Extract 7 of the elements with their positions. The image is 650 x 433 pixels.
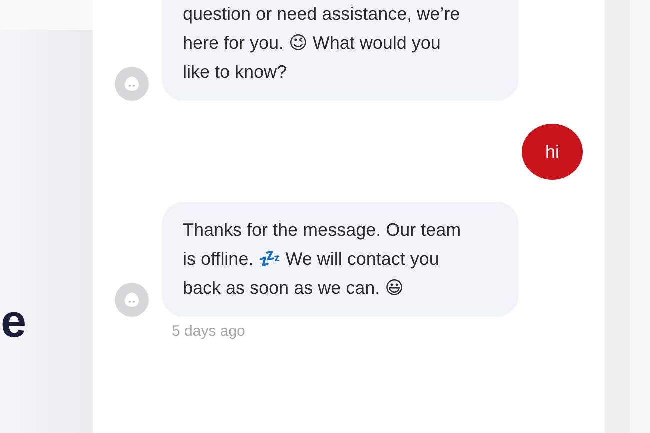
bot-message: question or need assistance, we’re here for you. 😉 What would you like to know? <box>162 0 519 101</box>
bot-message: Thanks for the message. Our team is offline. 💤 We will contact you back as soon as we can. 😃 <box>162 202 519 317</box>
heading-fragment: e <box>1 298 28 344</box>
bot-avatar-icon <box>115 67 149 101</box>
user-message: hi <box>522 124 583 180</box>
message-time: 5 days ago <box>172 323 246 340</box>
bot-avatar-icon <box>115 283 149 317</box>
